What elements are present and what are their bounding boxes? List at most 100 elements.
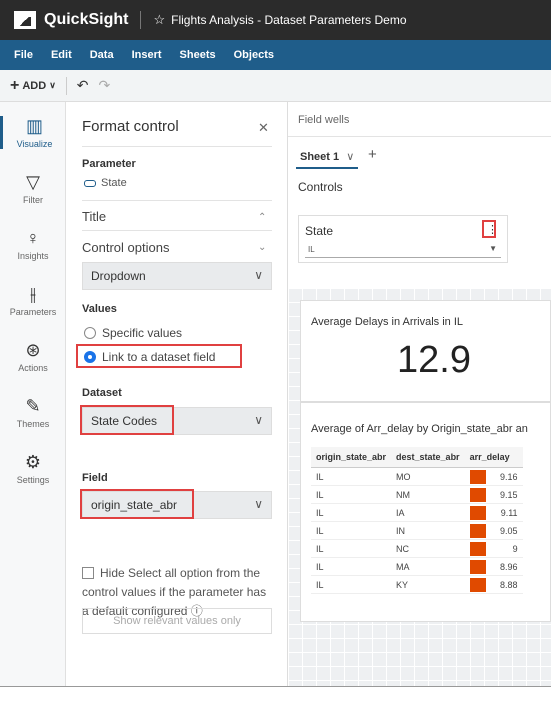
actions-icon: ⊛ <box>25 340 41 360</box>
add-sheet-icon[interactable]: + <box>368 146 377 163</box>
analysis-title[interactable]: Flights Analysis - Dataset Parameters De… <box>171 13 406 27</box>
filter-icon: ▽ <box>26 172 40 192</box>
bar-indicator <box>469 541 486 556</box>
themes-icon: ✎ <box>25 396 41 416</box>
control-type-select[interactable]: Dropdown ∨ <box>82 262 272 290</box>
highlight-box <box>76 344 242 368</box>
table-cell-bar: 9 <box>464 539 523 558</box>
star-icon[interactable]: ☆ <box>153 12 165 28</box>
title-bar: QuickSight ☆ Flights Analysis - Dataset … <box>0 0 551 40</box>
kpi-visual[interactable]: Average Delays in Arrivals in IL 12.9 <box>300 300 551 402</box>
chevron-up-icon[interactable]: ⌃ <box>258 212 266 223</box>
add-button[interactable]: + ADD ∨ <box>10 77 56 95</box>
bar-indicator <box>469 469 486 484</box>
table-row[interactable]: IL MO 9.16 <box>311 467 523 486</box>
table-cell: IN <box>391 521 465 540</box>
highlight-box <box>482 220 496 238</box>
arr-delay-value: 9 <box>512 543 518 554</box>
column-header[interactable]: dest_state_abr <box>391 447 465 468</box>
state-control: State ⋮ IL ▼ <box>298 215 508 263</box>
show-relevant-label: Show relevant values only <box>113 615 241 627</box>
table-cell: IL <box>311 521 392 540</box>
nav-insights[interactable]: ♀ Insights <box>0 228 66 261</box>
table-row[interactable]: IL KY 8.88 <box>311 575 523 594</box>
table-cell: NM <box>391 485 465 504</box>
divider <box>82 230 272 231</box>
control-type-value: Dropdown <box>91 269 146 283</box>
divider <box>82 146 272 147</box>
state-dropdown[interactable]: IL ▼ <box>305 242 501 258</box>
column-header[interactable]: arr_delay <box>464 447 523 468</box>
table-cell-bar: 8.88 <box>464 575 523 594</box>
parameter-label: Parameter <box>82 158 136 170</box>
column-header[interactable]: origin_state_abr <box>311 447 392 468</box>
arr-delay-value: 9.15 <box>500 489 518 500</box>
analysis-canvas: Field wells Sheet 1 ∨ + Controls State ⋮… <box>288 102 551 702</box>
table-cell: IL <box>311 467 392 486</box>
chevron-down-icon[interactable]: ⌄ <box>258 242 266 253</box>
nav-label: Visualize <box>16 139 53 149</box>
checkbox[interactable] <box>82 567 94 579</box>
divider <box>82 200 272 201</box>
menu-insert[interactable]: Insert <box>132 49 162 61</box>
redo-icon[interactable]: ↷ <box>99 77 111 94</box>
kpi-value: 12.9 <box>397 339 471 381</box>
controls-label: Controls <box>298 180 343 194</box>
table-row[interactable]: IL IA 9.11 <box>311 503 523 522</box>
values-label: Values <box>82 303 117 315</box>
table-cell: IL <box>311 575 392 594</box>
table-row[interactable]: IL IN 9.05 <box>311 521 523 540</box>
nav-label: Parameters <box>9 307 57 317</box>
quicksight-logo[interactable]: QuickSight <box>14 11 128 29</box>
menu-sheets[interactable]: Sheets <box>180 49 216 61</box>
nav-visualize[interactable]: ▥ Visualize <box>0 116 66 149</box>
parameter-tag-icon <box>84 179 96 187</box>
plus-icon: + <box>10 76 20 94</box>
divider <box>288 136 551 137</box>
show-relevant-values-button[interactable]: Show relevant values only <box>82 608 272 634</box>
add-label: ADD <box>22 79 47 92</box>
control-options-section[interactable]: Control options <box>82 240 169 255</box>
kpi-title: Average Delays in Arrivals in IL <box>311 316 464 328</box>
menu-file[interactable]: File <box>14 49 33 61</box>
dataset-label: Dataset <box>82 387 122 399</box>
table-cell: IL <box>311 503 392 522</box>
field-wells[interactable]: Field wells <box>298 114 349 126</box>
nav-filter[interactable]: ▽ Filter <box>0 172 66 205</box>
table-row[interactable]: IL NC 9 <box>311 539 523 558</box>
nav-actions[interactable]: ⊛ Actions <box>0 340 66 373</box>
arr-delay-value: 8.88 <box>500 579 518 590</box>
chevron-down-icon[interactable]: ∨ <box>346 151 354 163</box>
bar-indicator <box>469 559 486 574</box>
table-visual[interactable]: Average of Arr_delay by Origin_state_abr… <box>300 402 551 622</box>
chevron-down-icon: ∨ <box>254 268 263 282</box>
table-header-row: origin_state_abr dest_state_abr arr_dela… <box>311 447 523 468</box>
undo-icon[interactable]: ↶ <box>77 77 89 94</box>
table-cell: KY <box>391 575 465 594</box>
radio-label: Specific values <box>102 326 183 340</box>
title-divider <box>140 11 142 29</box>
format-control-panel: Format control ✕ Parameter State Title ⌃… <box>66 102 288 702</box>
insights-icon: ♀ <box>26 228 40 248</box>
table-cell-bar: 9.05 <box>464 521 523 540</box>
nav-parameters[interactable]: ⫲ Parameters <box>0 284 66 317</box>
nav-label: Actions <box>18 363 48 373</box>
radio-button[interactable] <box>84 327 96 339</box>
arr-delay-value: 9.16 <box>500 471 518 482</box>
tab-sheet-1[interactable]: Sheet 1 ∨ <box>296 146 359 169</box>
table-cell-bar: 9.16 <box>464 467 523 486</box>
nav-themes[interactable]: ✎ Themes <box>0 396 66 429</box>
left-nav: ▥ Visualize ▽ Filter ♀ Insights ⫲ Parame… <box>0 102 66 702</box>
nav-settings[interactable]: ⚙ Settings <box>0 452 66 485</box>
close-icon[interactable]: ✕ <box>258 120 269 136</box>
parameter-value: State <box>84 177 127 189</box>
table-cell: MA <box>391 557 465 576</box>
table-row[interactable]: IL MA 8.96 <box>311 557 523 576</box>
table-row[interactable]: IL NM 9.15 <box>311 485 523 504</box>
title-section[interactable]: Title <box>82 209 106 224</box>
radio-specific-values[interactable]: Specific values <box>84 326 182 340</box>
menu-data[interactable]: Data <box>90 49 114 61</box>
menu-objects[interactable]: Objects <box>234 49 274 61</box>
menu-edit[interactable]: Edit <box>51 49 72 61</box>
table-title: Average of Arr_delay by Origin_state_abr… <box>311 423 528 435</box>
